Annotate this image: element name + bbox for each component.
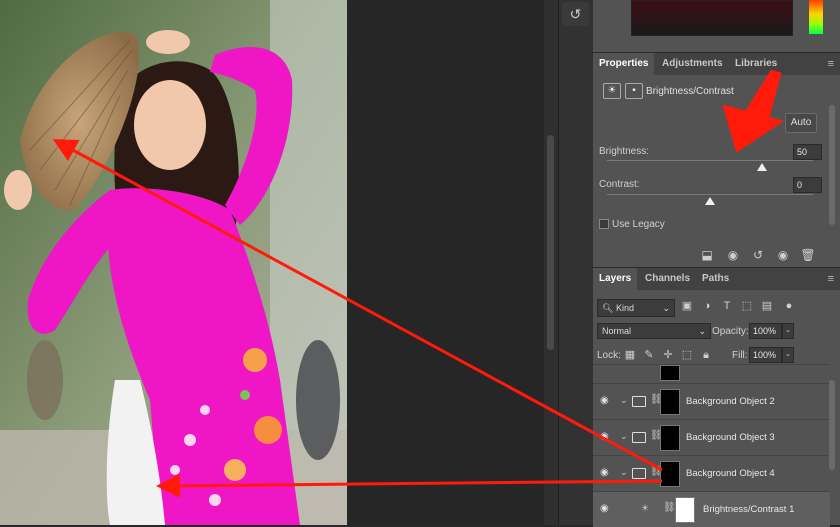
auto-button[interactable]: Auto [785, 113, 817, 133]
contrast-label: Contrast: [599, 179, 640, 190]
lock-artboard-icon[interactable]: ⬚ [681, 349, 693, 361]
blend-mode-value: Normal [602, 326, 632, 336]
brightness-sun-icon: ☀ [603, 83, 621, 99]
filter-toggle-icon[interactable]: ● [783, 300, 795, 312]
brightness-slider-knob[interactable] [756, 163, 767, 171]
mask-icon[interactable]: ▪ [625, 83, 643, 99]
shape-filter-icon[interactable]: ⬚ [741, 300, 753, 312]
opacity-dropdown-icon[interactable]: ⌄ [782, 323, 794, 339]
layers-tabbar: Layers Channels Paths ≡ [593, 267, 840, 290]
eye-icon[interactable]: ◉ [600, 432, 612, 442]
properties-header: ☀ ▪ Brightness/Contrast [593, 78, 840, 104]
panel-icon-strip: ↺ [558, 0, 594, 525]
folder-icon [632, 468, 646, 479]
use-legacy-checkbox[interactable] [599, 219, 609, 229]
eye-icon[interactable]: ◉ [600, 468, 612, 478]
kind-label: Kind [615, 303, 634, 313]
visibility-eye-icon[interactable]: ◉ [775, 247, 791, 263]
layers-scrollbar[interactable] [829, 380, 835, 470]
layer-mask-thumbnail [660, 365, 680, 381]
layer-name: Background Object 4 [686, 468, 775, 479]
layer-mask-thumbnail [660, 461, 680, 487]
properties-scrollbar[interactable] [829, 105, 835, 225]
tab-layers[interactable]: Layers [593, 268, 638, 290]
view-previous-icon[interactable]: ◉ [725, 247, 741, 263]
kind-filter-select[interactable]: 🔍︎ Kind ⌄ [597, 299, 675, 317]
layer-row[interactable]: ◉ ⌄ ⛓︎ Background Object 2 [593, 383, 830, 419]
folder-icon [632, 432, 646, 443]
lock-all-icon[interactable]: 🔒︎ [700, 349, 712, 361]
layer-name: Brightness/Contrast 1 [703, 504, 795, 515]
color-picker-field[interactable] [631, 0, 793, 36]
tab-channels[interactable]: Channels [639, 268, 696, 290]
trash-icon[interactable]: 🗑 [800, 247, 816, 263]
tab-libraries[interactable]: Libraries [729, 53, 783, 75]
layer-filter-bar: 🔍︎ Kind ⌄ ▣ ◑ T ⬚ ▤ ● [593, 297, 840, 319]
lock-label: Lock: [597, 350, 621, 361]
contrast-field[interactable]: 0 [793, 177, 822, 193]
lock-pixels-brush-icon[interactable]: ✎ [643, 349, 655, 361]
layer-mask-thumbnail [660, 425, 680, 451]
use-legacy-label: Use Legacy [612, 219, 665, 230]
tab-adjustments[interactable]: Adjustments [656, 53, 729, 75]
clip-to-layer-icon[interactable]: ⬓ [699, 247, 715, 263]
fill-field[interactable]: 100% [749, 347, 782, 363]
right-panels: Properties Adjustments Libraries ≡ ☀ ▪ B… [593, 0, 840, 527]
lock-position-icon[interactable]: ✛ [662, 349, 674, 361]
opacity-label: Opacity: [712, 326, 749, 337]
layer-name: Background Object 2 [686, 396, 775, 407]
blend-mode-select[interactable]: Normal ⌄ [597, 323, 711, 339]
layer-row[interactable]: ◉ ⌄ ⛓︎ Background Object 4 [593, 455, 830, 491]
link-icon[interactable]: ⛓︎ [663, 502, 676, 513]
lock-transparent-icon[interactable]: ▦ [624, 349, 636, 361]
chevron-down-icon[interactable]: ⌄ [620, 431, 628, 442]
properties-footer: ⬓ ◉ ↺ ◉ 🗑 [593, 243, 840, 267]
layer-row[interactable]: ◉ ⌄ ⛓︎ Background Object 3 [593, 419, 830, 455]
eye-icon[interactable]: ◉ [600, 396, 612, 406]
hue-slider[interactable] [809, 0, 823, 34]
brightness-slider-track[interactable] [607, 160, 813, 161]
brightness-label: Brightness: [599, 146, 650, 157]
folder-icon [632, 396, 646, 407]
brightness-field[interactable]: 50 [793, 144, 822, 160]
photo-illustration [0, 0, 347, 525]
eye-icon[interactable]: ◉ [600, 504, 612, 514]
fill-dropdown-icon[interactable]: ⌄ [782, 347, 794, 363]
layer-row-partial[interactable] [593, 364, 830, 383]
canvas-photo[interactable] [0, 0, 347, 525]
contrast-slider-knob[interactable] [705, 197, 715, 205]
layer-row-selected[interactable]: ◉ ☀ ⛓︎ Brightness/Contrast 1 [593, 491, 830, 527]
layer-name: Background Object 3 [686, 432, 775, 443]
type-filter-icon[interactable]: T [721, 300, 733, 312]
tab-paths[interactable]: Paths [696, 268, 735, 290]
layers-menu-icon[interactable]: ≡ [828, 268, 834, 290]
chevron-down-icon[interactable]: ⌄ [620, 467, 628, 478]
pixel-filter-icon[interactable]: ▣ [681, 300, 693, 312]
contrast-slider-track[interactable] [607, 194, 813, 195]
adjustment-title: Brightness/Contrast [646, 86, 734, 97]
layer-mask-thumbnail [675, 497, 695, 523]
tab-properties[interactable]: Properties [593, 53, 655, 75]
adjustment-sun-icon: ☀ [641, 503, 650, 513]
reset-icon[interactable]: ↺ [750, 247, 766, 263]
smart-object-filter-icon[interactable]: ▤ [761, 300, 773, 312]
scrollbar-thumb[interactable] [547, 135, 554, 350]
history-brush-icon[interactable]: ↺ [562, 2, 589, 26]
canvas-pasteboard [347, 0, 544, 525]
properties-tabbar: Properties Adjustments Libraries ≡ [593, 52, 840, 75]
canvas-scrollbar[interactable] [544, 0, 558, 525]
adjustment-filter-icon[interactable]: ◑ [701, 300, 713, 312]
layer-mask-thumbnail [660, 389, 680, 415]
fill-label: Fill: [732, 350, 748, 361]
opacity-field[interactable]: 100% [749, 323, 782, 339]
chevron-down-icon[interactable]: ⌄ [620, 395, 628, 406]
panel-menu-icon[interactable]: ≡ [828, 53, 834, 75]
